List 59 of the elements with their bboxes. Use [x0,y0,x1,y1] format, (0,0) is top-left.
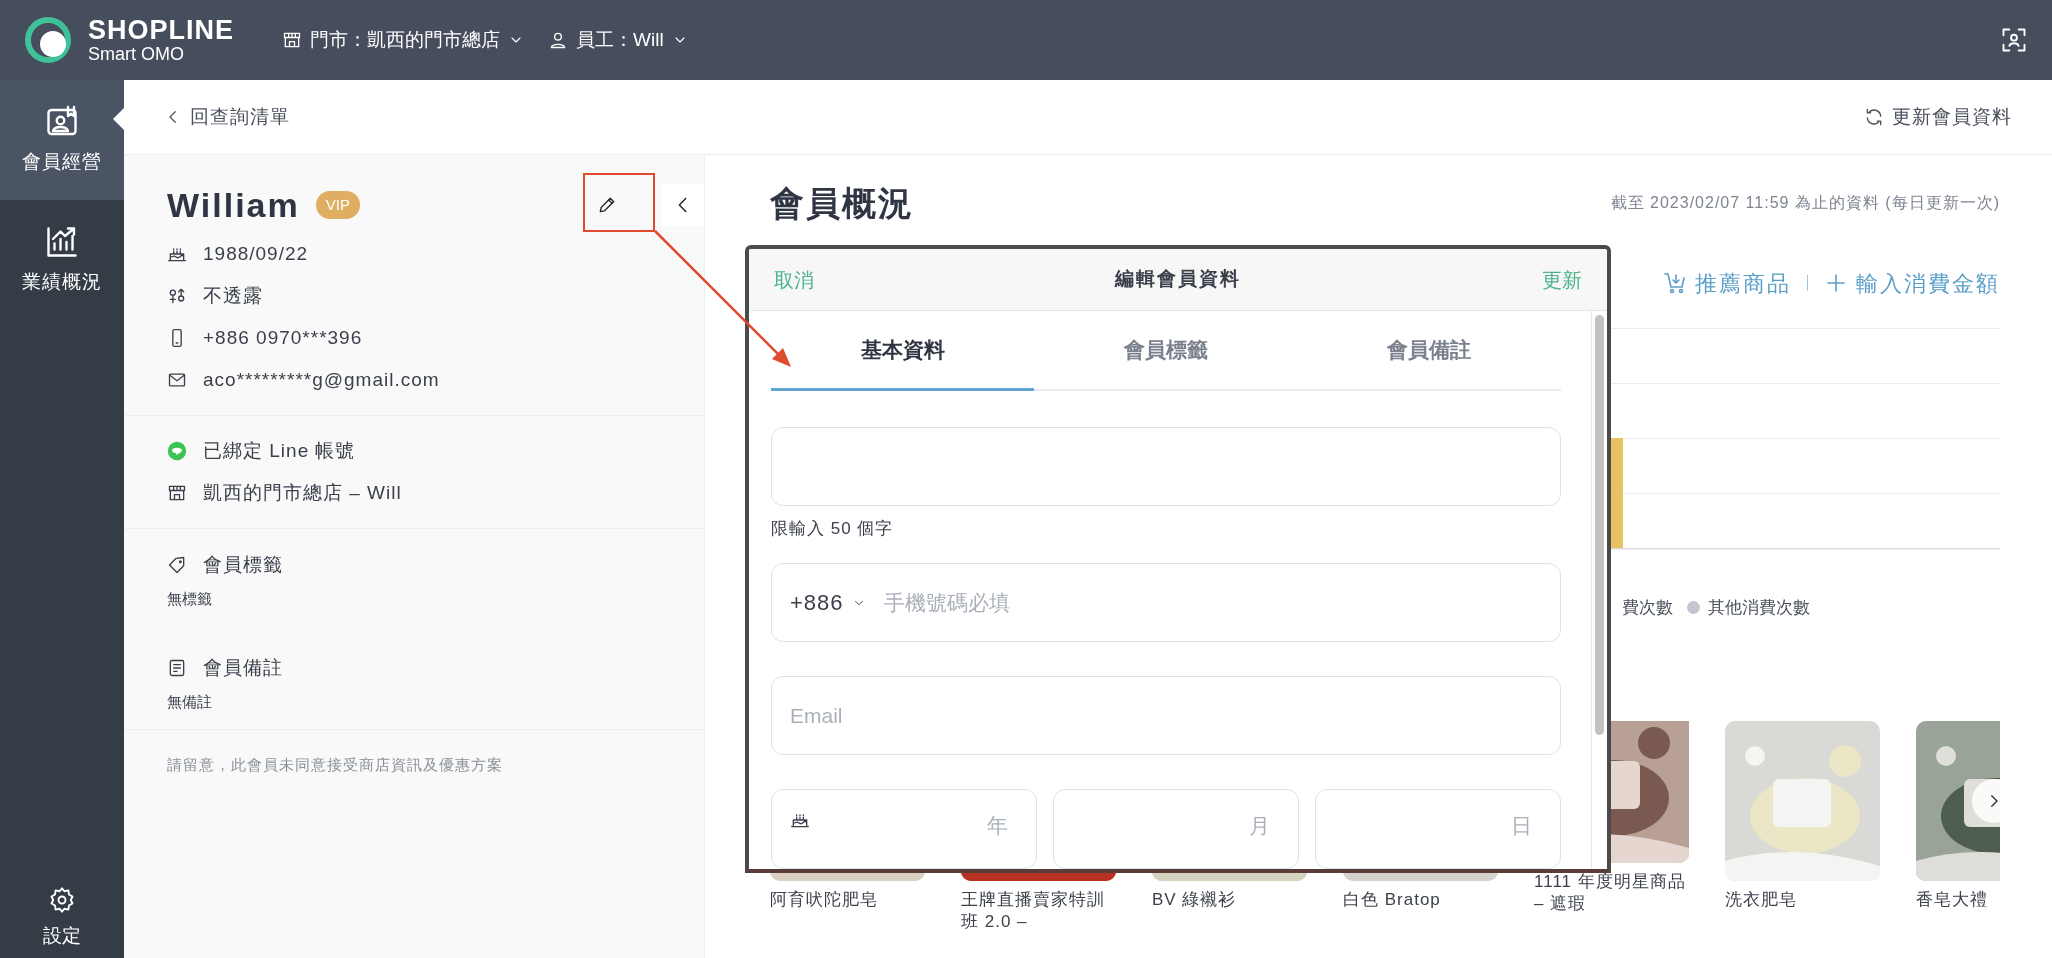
brand-subtitle: Smart OMO [88,44,185,64]
brand-name: SHOPLINE [88,16,235,44]
name-field[interactable] [771,427,1561,506]
note-icon [167,658,187,679]
gender-icon [167,286,187,306]
settings-icon [48,885,76,914]
field-hint: 限輸入 50 個字 [771,517,895,540]
country-code[interactable]: +886 [790,586,866,620]
sidebar-item[interactable]: 會員經營 [0,80,124,200]
member-detail: aco*********g@gmail.com [203,367,440,392]
product-name[interactable]: 香皂大禮 [1916,888,2000,911]
consent-notice: 請留意，此會員未同意接受商店資訊及優惠方案 [166,755,504,775]
legend-label: 其他消費次數 [1708,597,1810,619]
staff-selector[interactable]: 員工：Will [548,25,688,55]
store-selector[interactable]: 門市：凱西的門市總店 [282,25,525,55]
product-name[interactable]: BV 綠襯衫 [1152,888,1307,911]
product-name[interactable]: 1111 年度明星商品 – 遮瑕 [1534,870,1689,915]
tab[interactable]: 會員標籤 [1034,311,1298,391]
member-info: 已綁定 Line 帳號 [203,438,356,463]
scan-icon[interactable] [2000,26,2028,54]
section-title: 會員標籤 [203,553,283,577]
sidebar-item[interactable]: 業績概況 [0,200,124,320]
member-detail: 不透露 [203,283,263,308]
product-name[interactable]: 白色 Bratop [1343,888,1498,911]
plus-icon [1824,271,1848,295]
chat-bubble-icon [167,441,187,461]
store-icon [282,30,303,50]
member-detail: 1988/09/22 [203,241,309,266]
phone-number-input[interactable]: 手機號碼必填 [881,586,1542,620]
highlight-box [583,173,655,232]
member-detail: +886 0970***396 [203,325,363,350]
section-value: 無標籤 [167,588,213,609]
section-title: 會員備註 [203,656,283,680]
legend-label: 費次數 [1622,597,1673,619]
member-name: William [167,184,300,226]
cart-icon [1663,271,1687,295]
tag-icon [167,555,187,576]
scrollbar-thumb[interactable] [1595,315,1604,735]
vip-badge: VIP [315,190,360,220]
product-name[interactable]: 洗衣肥皂 [1725,888,1880,911]
modal-title: 編輯會員資料 [1115,267,1241,292]
tab[interactable]: 會員備註 [1297,311,1561,391]
settings-item[interactable]: 設定 [0,885,124,958]
member-info: 凱西的門市總店 – Will [203,480,402,505]
refresh-button[interactable]: 更新會員資料 [1864,102,2012,132]
product-name[interactable]: 王牌直播賣家特訓班 2.0 – [961,888,1116,933]
back-link[interactable]: 回查詢清單 [164,102,290,132]
product-name[interactable]: 阿育吠陀肥皂 [770,888,925,911]
selection-notch [113,108,124,130]
store-icon [167,483,187,503]
phone-field[interactable]: +886 手機號碼必填 [771,563,1561,643]
email-field[interactable]: Email [771,676,1561,755]
update-note: 截至 2023/02/07 11:59 為止的資料 (每日更新一次) [1610,193,2000,213]
collapse-button[interactable] [662,184,704,226]
refresh-icon [1864,107,1884,127]
section-value: 無備註 [167,691,213,712]
pencil-icon [597,195,617,215]
page-title: 會員概況 [770,182,914,224]
logo-icon [24,16,72,64]
